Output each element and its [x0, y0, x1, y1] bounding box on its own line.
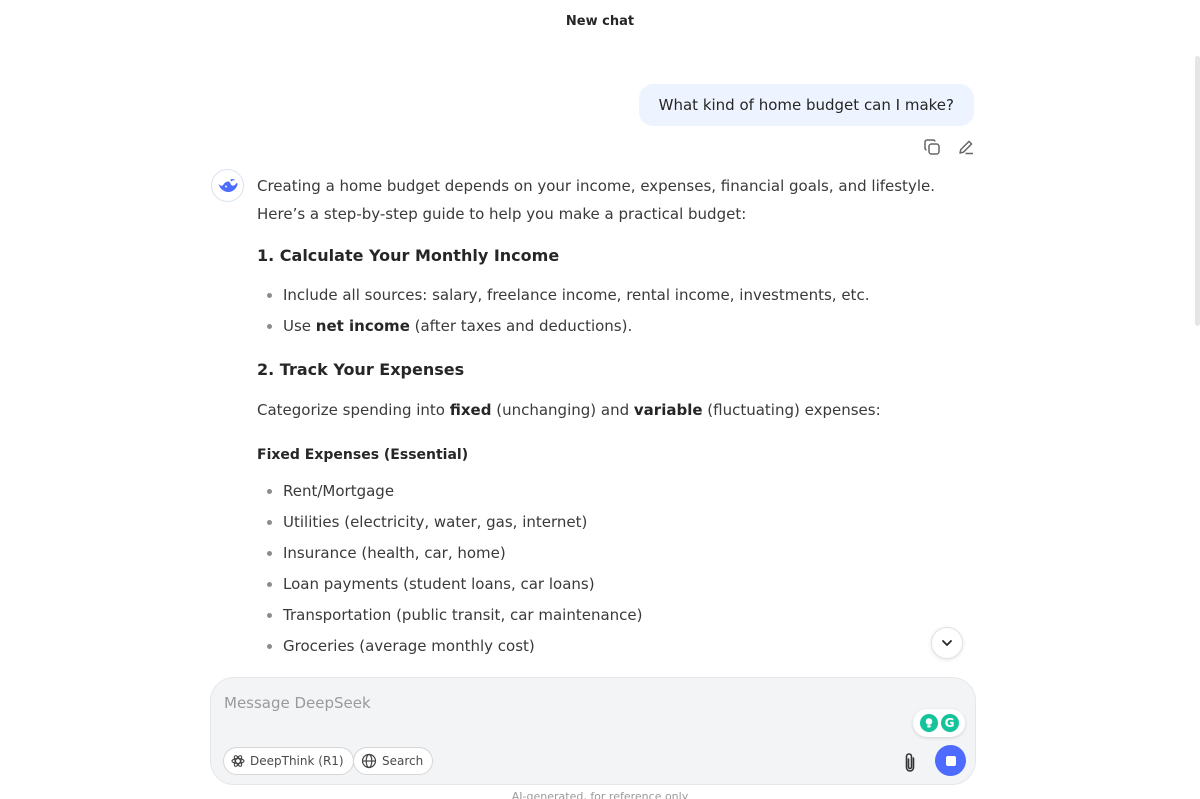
- attach-button[interactable]: [899, 750, 921, 776]
- bold-net-income: net income: [315, 317, 410, 335]
- user-message-bubble: What kind of home budget can I make?: [638, 84, 974, 126]
- paragraph-text: (unchanging) and: [491, 401, 634, 419]
- deepseek-whale-icon: [211, 169, 244, 202]
- fixed-expenses-list: Rent/Mortgage Utilities (electricity, wa…: [257, 476, 977, 662]
- lightbulb-icon: [919, 714, 938, 732]
- globe-icon: [361, 753, 377, 769]
- search-label: Search: [382, 754, 424, 768]
- list-item: Utilities (electricity, water, gas, inte…: [257, 507, 977, 538]
- bold-variable: variable: [633, 401, 703, 419]
- stop-generation-button[interactable]: [935, 745, 966, 776]
- grammarly-widget[interactable]: G: [913, 709, 965, 737]
- list-item-text: Use: [283, 317, 316, 335]
- grammarly-icon: G: [940, 714, 959, 732]
- scroll-to-bottom-button[interactable]: [931, 627, 963, 659]
- bold-fixed: fixed: [449, 401, 492, 419]
- deepthink-button[interactable]: DeepThink (R1): [223, 747, 354, 775]
- copy-icon[interactable]: [922, 137, 942, 157]
- paragraph-text: Categorize spending into: [257, 401, 450, 419]
- list-item-text: (after taxes and deductions).: [409, 317, 633, 335]
- content-fade: [0, 655, 1200, 679]
- chevron-down-icon: [942, 640, 952, 646]
- paragraph-text: (fluctuating) expenses:: [702, 401, 881, 419]
- section-heading-expenses: 2. Track Your Expenses: [257, 360, 465, 379]
- page-title: New chat: [565, 14, 635, 29]
- list-item: Rent/Mortgage: [257, 476, 977, 507]
- list-item: Loan payments (student loans, car loans): [257, 569, 977, 600]
- list-item: Use net income (after taxes and deductio…: [257, 311, 977, 342]
- message-input[interactable]: [224, 690, 904, 716]
- paperclip-icon: [905, 753, 915, 772]
- assistant-answer: Creating a home budget depends on your i…: [257, 172, 977, 662]
- user-message-actions: [922, 137, 976, 157]
- message-composer: G DeepThink (R1) Search: [210, 677, 976, 785]
- income-list: Include all sources: salary, freelance i…: [257, 280, 977, 342]
- list-item: Transportation (public transit, car main…: [257, 600, 977, 631]
- expenses-paragraph: Categorize spending into fixed (unchangi…: [257, 396, 977, 424]
- section-heading-income: 1. Calculate Your Monthly Income: [257, 246, 560, 265]
- scrollbar[interactable]: [1195, 56, 1200, 326]
- disclaimer-note: AI-generated, for reference only: [511, 790, 689, 799]
- list-item: Include all sources: salary, freelance i…: [257, 280, 977, 311]
- pencil-icon[interactable]: [956, 137, 976, 157]
- subheading-fixed-expenses: Fixed Expenses (Essential): [257, 447, 469, 463]
- deepthink-label: DeepThink (R1): [250, 754, 344, 768]
- list-item: Insurance (health, car, home): [257, 538, 977, 569]
- stop-icon: [945, 755, 956, 766]
- answer-intro: Creating a home budget depends on your i…: [257, 177, 935, 223]
- atom-icon: [231, 755, 245, 767]
- search-button[interactable]: Search: [353, 747, 434, 775]
